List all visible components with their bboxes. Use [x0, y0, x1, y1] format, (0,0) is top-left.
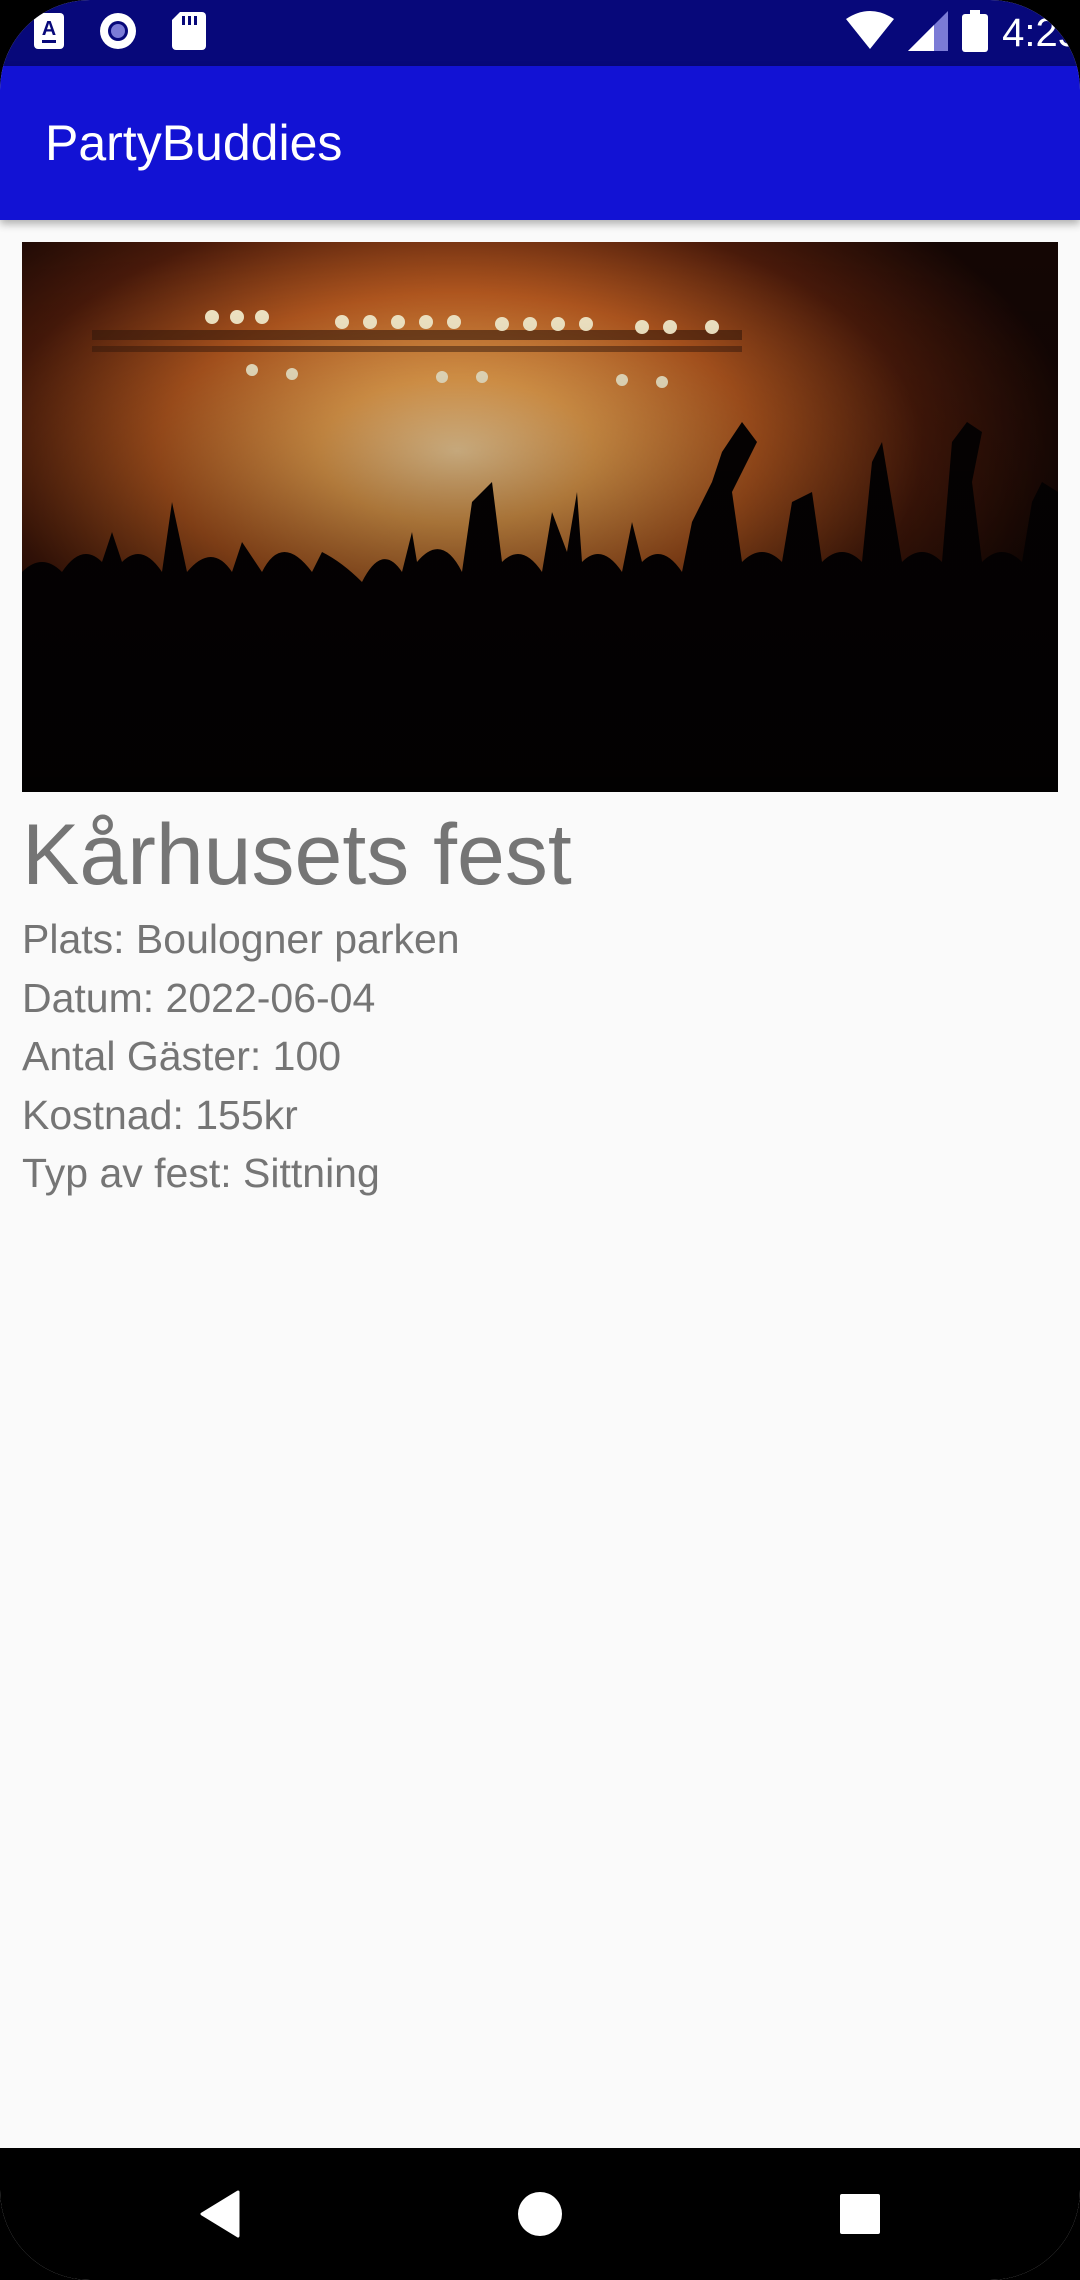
svg-text:A: A [42, 18, 56, 40]
status-notifications: A [34, 12, 206, 54]
recents-button[interactable] [780, 2148, 940, 2280]
a11y-notification-icon: A [34, 13, 64, 53]
status-system: 4:25 [846, 8, 1080, 58]
screen: A 4:25 PartyBuddies Kårhusets fest Plats… [0, 0, 1080, 2280]
wifi-icon [846, 11, 895, 55]
event-cost: Kostnad: 155kr [22, 1091, 298, 1138]
record-icon [98, 11, 138, 55]
event-location: Plats: Boulogner parken [22, 916, 460, 962]
app-title: PartyBuddies [45, 115, 343, 171]
status-time: 4:25 [1002, 10, 1080, 55]
event-date: Datum: 2022-06-04 [22, 974, 376, 1021]
battery-icon [962, 10, 989, 56]
event-type: Typ av fest: Sittning [22, 1150, 380, 1196]
app-bar: PartyBuddies [0, 66, 1080, 220]
home-button[interactable] [460, 2148, 620, 2280]
recents-icon [840, 2194, 880, 2234]
event-title: Kårhusets fest [22, 807, 572, 903]
event-guests: Antal Gäster: 100 [22, 1033, 342, 1079]
cell-signal-icon [908, 11, 949, 55]
event-details: Plats: Boulogner parken Datum: 2022-06-0… [22, 910, 460, 1203]
navigation-bar [0, 2148, 1080, 2280]
status-bar: A 4:25 [0, 0, 1080, 66]
back-button[interactable] [140, 2148, 300, 2280]
back-icon [200, 2190, 240, 2238]
sd-card-icon [172, 12, 206, 54]
home-icon [518, 2192, 562, 2236]
event-image [22, 242, 1058, 792]
event-detail: Kårhusets fest Plats: Boulogner parken D… [0, 220, 1080, 2148]
